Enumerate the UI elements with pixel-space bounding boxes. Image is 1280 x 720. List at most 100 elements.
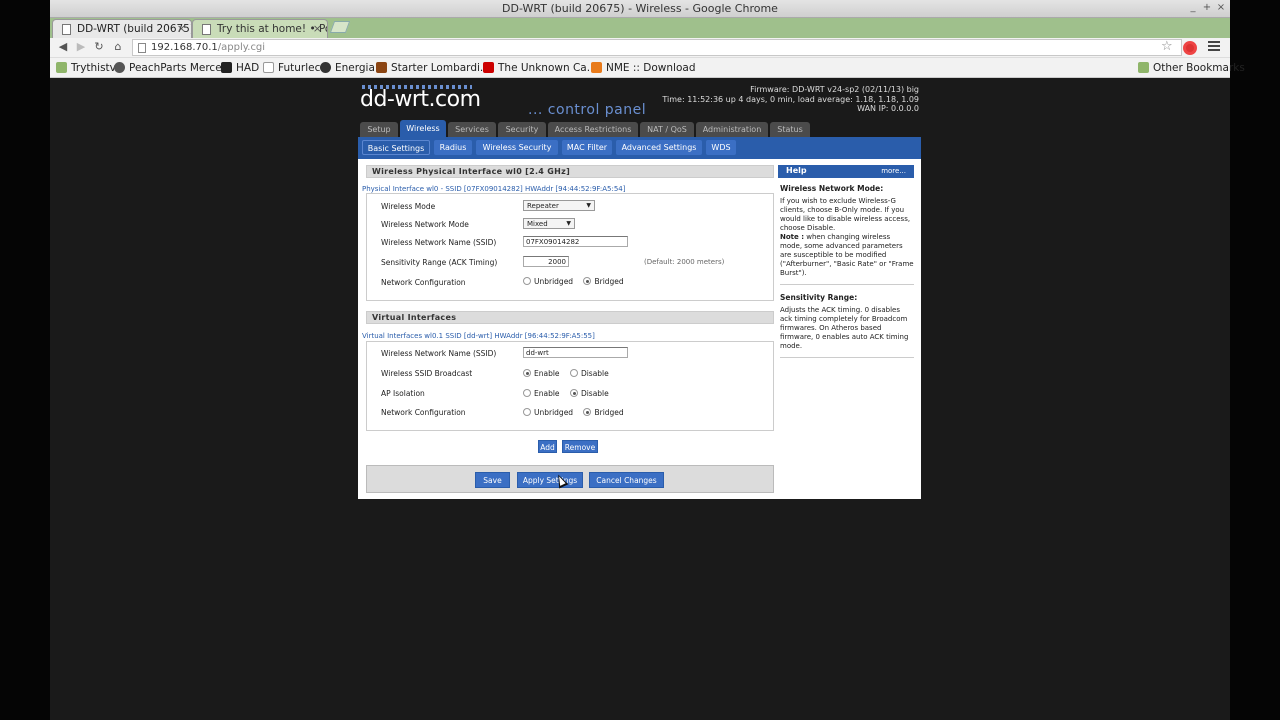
firmware-info: Firmware: DD-WRT v24-sp2 (02/11/13) big …	[662, 85, 919, 114]
tab-nat-qos[interactable]: NAT / QoS	[640, 122, 694, 137]
nme-icon	[591, 62, 602, 73]
subtab-wireless-security[interactable]: Wireless Security	[476, 140, 558, 155]
help-title: Help	[786, 166, 807, 175]
ap-isolation-label: AP Isolation	[381, 389, 425, 398]
back-icon[interactable]: ◀	[56, 40, 70, 53]
extension-icon[interactable]	[1183, 41, 1197, 55]
virtual-ssid-control: dd-wrt	[523, 347, 628, 358]
bridged-radio[interactable]	[583, 277, 592, 285]
page-icon	[62, 24, 71, 35]
broadcast-disable-radio[interactable]	[569, 369, 578, 377]
sensitivity-control: 2000	[523, 256, 569, 267]
network-config-control: Unbridged Bridged	[523, 277, 632, 286]
virtual-ssid-input[interactable]: dd-wrt	[523, 347, 628, 358]
virtual-unbridged-radio[interactable]	[523, 408, 531, 416]
reload-icon[interactable]: ↻	[92, 40, 106, 53]
close-window-icon[interactable]: ×	[1214, 2, 1228, 13]
tab-ddwrt[interactable]: DD-WRT (build 20675) ×	[52, 19, 192, 38]
tab-services[interactable]: Services	[448, 122, 496, 137]
help-more-link[interactable]: more...	[881, 167, 906, 175]
folder-icon	[1138, 62, 1149, 73]
tab-access-restrictions[interactable]: Access Restrictions	[548, 122, 638, 137]
subtab-wds[interactable]: WDS	[706, 140, 736, 155]
physical-interface-label: Physical Interface wl0 - SSID [07FX09014…	[362, 185, 626, 193]
help-sens-text: Adjusts the ACK timing. 0 disables ack t…	[780, 306, 914, 358]
unbridged-radio[interactable]	[523, 277, 531, 285]
bookmark-nme[interactable]: NME :: Download	[591, 62, 696, 74]
subtab-basic-settings[interactable]: Basic Settings	[362, 140, 430, 155]
help-note-label: Note :	[780, 233, 804, 241]
close-tab-icon[interactable]: ×	[177, 22, 186, 35]
bridged-label: Bridged	[594, 277, 624, 286]
page-icon	[202, 24, 211, 35]
page-icon	[138, 43, 146, 53]
broadcast-enable-radio[interactable]	[523, 369, 531, 377]
wireless-mode-select[interactable]: Repeater ▼	[523, 200, 595, 211]
address-bar[interactable]: 192.168.70.1/apply.cgi	[132, 39, 1182, 56]
url-path: /apply.cgi	[217, 42, 266, 53]
virtual-ssid-label: Wireless Network Name (SSID)	[381, 349, 497, 358]
tab-setup[interactable]: Setup	[360, 122, 398, 137]
bridged-label: Bridged	[594, 408, 624, 417]
home-icon[interactable]: ⌂	[111, 40, 125, 53]
bookmark-peachparts[interactable]: PeachParts Merce...	[114, 62, 232, 74]
subtab-advanced-settings[interactable]: Advanced Settings	[616, 140, 702, 155]
main-tabs: Setup Wireless Services Security Access …	[358, 120, 921, 137]
cancel-changes-button[interactable]: Cancel Changes	[589, 472, 664, 488]
tab-port[interactable]: Try this at home! • Port ×	[192, 19, 328, 38]
title-bar: DD-WRT (build 20675) - Wireless - Google…	[50, 0, 1230, 18]
ssid-label: Wireless Network Name (SSID)	[381, 238, 497, 247]
github-icon	[320, 62, 331, 73]
virtual-bridged-radio[interactable]	[583, 408, 592, 416]
bookmark-futurlec[interactable]: Futurlec	[263, 62, 320, 74]
wan-ip: WAN IP: 0.0.0.0	[857, 104, 919, 113]
help-panel: Help more... Wireless Network Mode: If y…	[778, 165, 914, 358]
unbridged-label: Unbridged	[534, 408, 574, 417]
tab-status[interactable]: Status	[770, 122, 810, 137]
disable-label: Disable	[580, 369, 609, 378]
bookmark-unknown-ca[interactable]: The Unknown Ca...	[483, 62, 597, 74]
screen: DD-WRT (build 20675) - Wireless - Google…	[0, 0, 1280, 720]
subtab-radius[interactable]: Radius	[434, 140, 472, 155]
ssid-input[interactable]: 07FX09014282	[523, 236, 628, 247]
building-icon	[376, 62, 387, 73]
sensitivity-label: Sensitivity Range (ACK Timing)	[381, 258, 498, 267]
isolation-enable-radio[interactable]	[523, 389, 531, 397]
settings-body: Wireless Physical Interface wl0 [2.4 GHz…	[358, 159, 921, 499]
network-mode-select[interactable]: Mixed ▼	[523, 218, 575, 229]
isolation-disable-radio[interactable]	[569, 389, 578, 397]
help-header: Help more...	[778, 165, 914, 178]
tab-label: Try this at home! • Port	[217, 23, 328, 35]
maximize-icon[interactable]: +	[1200, 2, 1214, 13]
bookmark-star-icon[interactable]: ☆	[1161, 39, 1173, 54]
forward-icon[interactable]: ▶	[74, 40, 88, 53]
bookmark-other[interactable]: Other Bookmarks	[1138, 62, 1245, 74]
close-tab-icon[interactable]: ×	[313, 22, 322, 35]
save-button[interactable]: Save	[475, 472, 510, 488]
tab-label: DD-WRT (build 20675)	[77, 23, 192, 35]
menu-icon[interactable]	[1208, 41, 1220, 53]
remove-button[interactable]: Remove	[562, 440, 598, 453]
minimize-icon[interactable]: _	[1186, 2, 1200, 13]
bookmark-starter-lombardi[interactable]: Starter Lombardi...	[376, 62, 490, 74]
ssid-broadcast-control: Enable Disable	[523, 369, 617, 378]
sensitivity-input[interactable]: 2000	[523, 256, 569, 267]
tab-administration[interactable]: Administration	[696, 122, 768, 137]
wireless-mode-control: Repeater ▼	[523, 200, 595, 211]
bookmark-energia[interactable]: Energia	[320, 62, 375, 74]
tab-security[interactable]: Security	[498, 122, 546, 137]
tab-wireless[interactable]: Wireless	[400, 120, 446, 137]
add-button[interactable]: Add	[538, 440, 557, 453]
virtual-fieldset: Wireless Network Name (SSID) dd-wrt Wire…	[366, 341, 774, 431]
apply-settings-button[interactable]: Apply Settings	[517, 472, 583, 488]
subtab-mac-filter[interactable]: MAC Filter	[562, 140, 612, 155]
uptime: Time: 11:52:36 up 4 days, 0 min, load av…	[662, 94, 919, 104]
logo-subtitle: ... control panel	[528, 102, 647, 118]
new-tab-button[interactable]	[329, 21, 351, 33]
dropdown-arrow-icon: ▼	[566, 220, 571, 227]
bookmark-trythistv[interactable]: Trythistv	[56, 62, 116, 74]
network-mode-label: Wireless Network Mode	[381, 220, 469, 229]
bookmark-had[interactable]: HAD	[221, 62, 259, 74]
network-mode-control: Mixed ▼	[523, 218, 575, 229]
window-title: DD-WRT (build 20675) - Wireless - Google…	[502, 2, 778, 15]
